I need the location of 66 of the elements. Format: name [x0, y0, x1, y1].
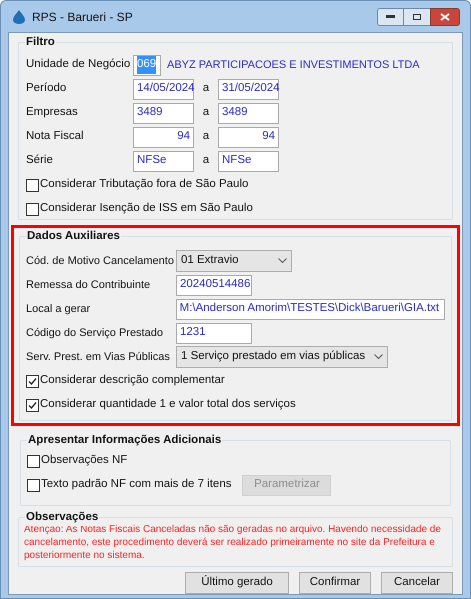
- checkbox-label: Considerar Isenção de ISS em São Paulo: [40, 201, 253, 216]
- field-value: NFSe: [222, 153, 252, 168]
- range-separator: a: [202, 129, 210, 144]
- to-field[interactable]: NFSe: [218, 150, 279, 172]
- field-label: Empresas: [26, 105, 79, 120]
- checkbox[interactable]: [26, 398, 39, 412]
- field-label: Código do Serviço Prestado: [26, 326, 164, 341]
- field-label: Nota Fiscal: [26, 129, 85, 144]
- checkbox-label: Considerar quantidade 1 e valor total dos serviços: [40, 397, 296, 412]
- field-label: Cód. de Motivo Cancelamento: [26, 254, 175, 269]
- field-value: 3489: [137, 105, 163, 120]
- chevron-down-icon: [278, 258, 287, 264]
- field-value: 14/05/2024: [137, 81, 195, 96]
- close-button[interactable]: [430, 8, 460, 26]
- field-value: 3489: [222, 105, 248, 120]
- range-separator: a: [202, 81, 210, 96]
- field-value: 31/05/2024: [222, 81, 280, 96]
- checkbox-label: Observações NF: [41, 453, 128, 468]
- checkmark-icon: [28, 400, 37, 410]
- text-field[interactable]: 20240514486: [176, 274, 252, 296]
- field-label: Local a gerar: [26, 302, 92, 317]
- field-value: M:\Anderson Amorim\TESTES\Dick\Barueri\GIA.txt: [180, 301, 440, 316]
- field-value: 94: [177, 129, 190, 144]
- checkbox[interactable]: [26, 178, 39, 192]
- text-field[interactable]: M:\Anderson Amorim\TESTES\Dick\Barueri\GIA.txt: [176, 298, 445, 320]
- field-value: NFSe: [137, 153, 166, 168]
- to-field[interactable]: 31/05/2024: [218, 78, 279, 100]
- window-title: RPS - Barueri - SP: [32, 8, 133, 26]
- to-field[interactable]: 94: [218, 126, 279, 148]
- dialog-button[interactable]: Último gerado: [185, 572, 289, 594]
- checkbox[interactable]: [27, 478, 40, 492]
- checkbox-label: Texto padrão NF com mais de 7 itens: [41, 477, 232, 492]
- app-drop-icon: [13, 10, 25, 24]
- dropdown[interactable]: 1 Serviço prestado em vias públicas: [176, 346, 388, 368]
- field-label: Unidade de Negócio: [26, 57, 132, 72]
- field-label: Período: [26, 81, 68, 96]
- group-title: Observações: [25, 509, 100, 526]
- text-field[interactable]: 1231: [176, 322, 252, 344]
- minimize-button[interactable]: [377, 8, 404, 26]
- dialog-button[interactable]: Confirmar: [299, 572, 371, 594]
- field-value: 20240514486: [180, 277, 250, 292]
- to-field[interactable]: 3489: [218, 102, 279, 124]
- from-field[interactable]: 14/05/2024: [133, 78, 194, 100]
- dialog-button[interactable]: Cancelar: [381, 572, 453, 594]
- close-icon: [440, 12, 450, 20]
- field-value: 94: [262, 129, 275, 144]
- from-field[interactable]: NFSe: [133, 150, 194, 172]
- checkbox[interactable]: [26, 202, 39, 216]
- chevron-down-icon: [374, 354, 383, 360]
- from-field[interactable]: 94: [133, 126, 194, 148]
- range-separator: a: [202, 153, 210, 168]
- field-label: Série: [26, 153, 54, 168]
- dropdown[interactable]: 01 Extravio: [176, 250, 292, 272]
- from-field[interactable]: 3489: [133, 102, 194, 124]
- checkbox-label: Considerar descrição complementar: [40, 373, 225, 388]
- field-value: 1231: [180, 325, 206, 340]
- business-unit-name: ABYZ PARTICIPACOES E INVESTIMENTOS LTDA: [167, 58, 420, 73]
- maximize-button[interactable]: [404, 8, 430, 26]
- checkbox[interactable]: [26, 374, 39, 388]
- checkbox-label: Considerar Tributação fora de São Paulo: [40, 177, 248, 192]
- field-label: Remessa do Contribuinte: [26, 278, 152, 293]
- field-value: 069: [137, 56, 156, 74]
- range-separator: a: [202, 105, 210, 120]
- field-label: Serv. Prest. em Vias Públicas: [26, 350, 171, 365]
- checkbox[interactable]: [27, 454, 40, 468]
- checkmark-icon: [28, 376, 37, 386]
